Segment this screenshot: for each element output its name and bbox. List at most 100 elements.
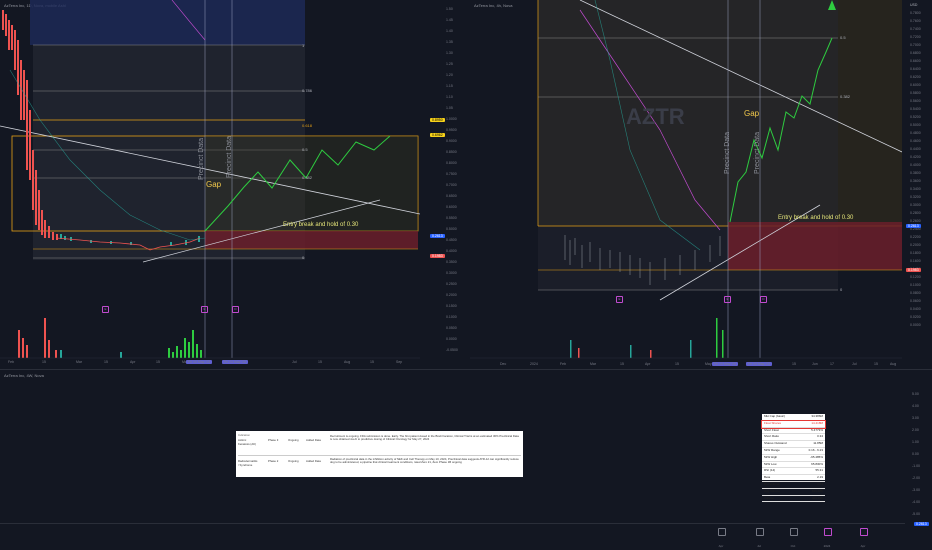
stat-row: 52W High -95.485% (762, 455, 825, 462)
label-text: Dec (500, 362, 507, 366)
left-fib-0: 0 (302, 255, 305, 260)
label-text: -3.00 (912, 488, 920, 492)
label-text: 0.7600 (910, 19, 921, 23)
label-text: 52W Low (764, 461, 777, 466)
label-text: 55.31 (815, 468, 823, 473)
label-text: Avg Volume (764, 488, 780, 493)
date-icon-1[interactable] (718, 528, 726, 536)
right-gap-label: Gap (744, 109, 760, 118)
label-text: Beta (764, 475, 771, 480)
label-text: 0.5600 (910, 99, 921, 103)
date-icon-4[interactable] (824, 528, 832, 536)
label-text: 0.2000 (910, 243, 921, 247)
date-icon-2[interactable] (756, 528, 764, 536)
left-event-marker-3[interactable]: D (232, 306, 239, 313)
bottom-date-bar: Apr Jul Oct 2024 Apr (700, 526, 900, 550)
table-cell-status: Ongoing (288, 438, 299, 442)
label-text: 0.4800 (910, 131, 921, 135)
label-text: 1.05 (446, 106, 453, 110)
right-chart-canvas[interactable] (470, 0, 902, 368)
label-text: Jul (757, 544, 761, 548)
label-text: Feb (560, 362, 567, 366)
label-text: 0.0000 (910, 323, 921, 327)
left-event-marker-1[interactable]: E (102, 306, 109, 313)
clinical-row-1: Indication Actinic Keratosis (AK) Phase … (238, 433, 521, 453)
label-text: 52W High (764, 454, 778, 459)
table-cell-phase: Phase 2 (268, 459, 279, 463)
label-text: 0.6500 (446, 194, 457, 198)
label-text: 1.20 (446, 73, 453, 77)
label-text: Apr (645, 362, 651, 366)
label-text: 0.0200 (910, 315, 921, 319)
right-event-marker-1[interactable]: E (616, 296, 623, 303)
left-date-tag-b: Fri 24 May '24 (222, 360, 249, 364)
label-text: 3.00 (912, 416, 919, 420)
label-text: 0.6200 (910, 75, 921, 79)
label-text: -2.00 (912, 476, 920, 480)
bottom-baseline (0, 523, 905, 524)
label-text: May (705, 362, 712, 366)
label-text: 2024 (530, 362, 538, 366)
label-text: 0.53 (817, 481, 823, 486)
bottom-price-axis[interactable]: 5.00 4.00 3.00 2.00 1.00 0.00 -1.00 -2.0… (912, 370, 932, 530)
stat-row: Short Ratio 0.34 (762, 434, 825, 442)
right-watermark: AZTR (626, 104, 685, 129)
label-text: 52W Range (764, 447, 780, 452)
left-chart-pane[interactable]: AzTerra Inc, 1D, Nova, mobile Ashl (0, 0, 420, 368)
right-price-axis[interactable]: USD 0.7800 0.7600 0.7400 0.7200 0.7000 0… (910, 0, 932, 368)
label-text: 5.4773% (811, 427, 823, 432)
label-text: 0.4400 (910, 147, 921, 151)
right-entry-label: Entry break and hold of 0.30 (778, 215, 854, 221)
right-chart-pane[interactable]: AzTerra Inc, 4h, Nova AZTR 0.5 0.382 0 G… (470, 0, 902, 368)
stat-row: Short Float 5.4773% (762, 428, 825, 435)
label-text: Short Float (764, 427, 779, 432)
label-text: Sep (396, 360, 403, 364)
label-text: 0.1800 (910, 251, 921, 255)
label-text: 0.5000 (446, 227, 457, 231)
clinical-table: Indication Actinic Keratosis (AK) Phase … (236, 431, 523, 477)
label-text: 0.0500 (446, 326, 457, 330)
table-cell-note: Added Data (306, 438, 321, 442)
label-text: Rel Volume (764, 481, 780, 486)
date-icon-5[interactable] (860, 528, 868, 536)
label-text: 1.0000 (446, 117, 457, 121)
label-text: Jul (292, 360, 297, 364)
label-text: Jun (812, 362, 818, 366)
right-currency: USD (910, 3, 918, 7)
right-event-marker-2[interactable]: E (724, 296, 731, 303)
stat-row: Float Shares 14.418M (761, 419, 826, 429)
label-text: 819.48K (811, 488, 823, 493)
label-text: 0.5000 (910, 123, 921, 127)
label-text: 0.3200 (910, 195, 921, 199)
right-event-marker-3[interactable]: D (760, 296, 767, 303)
label-text: 1.35 (446, 40, 453, 44)
right-x-axis: Dec 2024 Feb Mar 15 Apr 15 May 15 Jun 17… (470, 362, 902, 368)
label-text: Jul (852, 362, 857, 366)
left-event-marker-2[interactable]: E (201, 306, 208, 313)
label-text: 0.2500 (446, 282, 457, 286)
label-text: 0.2600 (910, 219, 921, 223)
stat-row: Mkt Cap (basic) 34.386M (762, 414, 825, 421)
label-text: 0.3600 (910, 179, 921, 183)
table-cell-status: Ongoing (288, 459, 299, 463)
label-text: 1.40 (446, 29, 453, 33)
left-entry-label: Entry break and hold of 0.30 (283, 222, 359, 228)
right-fib-5: 0.5 (840, 35, 846, 40)
label-text: 1.50 (446, 7, 453, 11)
right-precinct-b: Precinct Data (754, 131, 761, 174)
date-icon-3[interactable] (790, 528, 798, 536)
label-text: 2024 (823, 544, 831, 548)
table-cell-phase: Phase 3 (268, 438, 279, 442)
label-text: 15 (318, 360, 322, 364)
left-price-tag-red: 0.1983 (430, 254, 445, 258)
label-text: 0.8000 (446, 161, 457, 165)
label-text: 15 (370, 360, 374, 364)
table-header-indication: Indication (238, 433, 250, 437)
right-date-tag-a: Fri 10 May '24 (712, 362, 739, 366)
label-text: 15 (156, 360, 160, 364)
left-price-axis[interactable]: 1.50 1.45 1.40 1.35 1.30 1.25 1.20 1.15 … (446, 0, 470, 368)
left-x-axis: Feb 15 Mar 15 Apr 15 May Jul 15 Aug 15 S… (0, 360, 420, 368)
stat-row: 52W Range 0.16 - 6.23 (762, 448, 825, 455)
table-cell-text: Recruitment is ongoing. FDA submission i… (330, 434, 519, 442)
label-text: 2.19 (817, 475, 823, 480)
